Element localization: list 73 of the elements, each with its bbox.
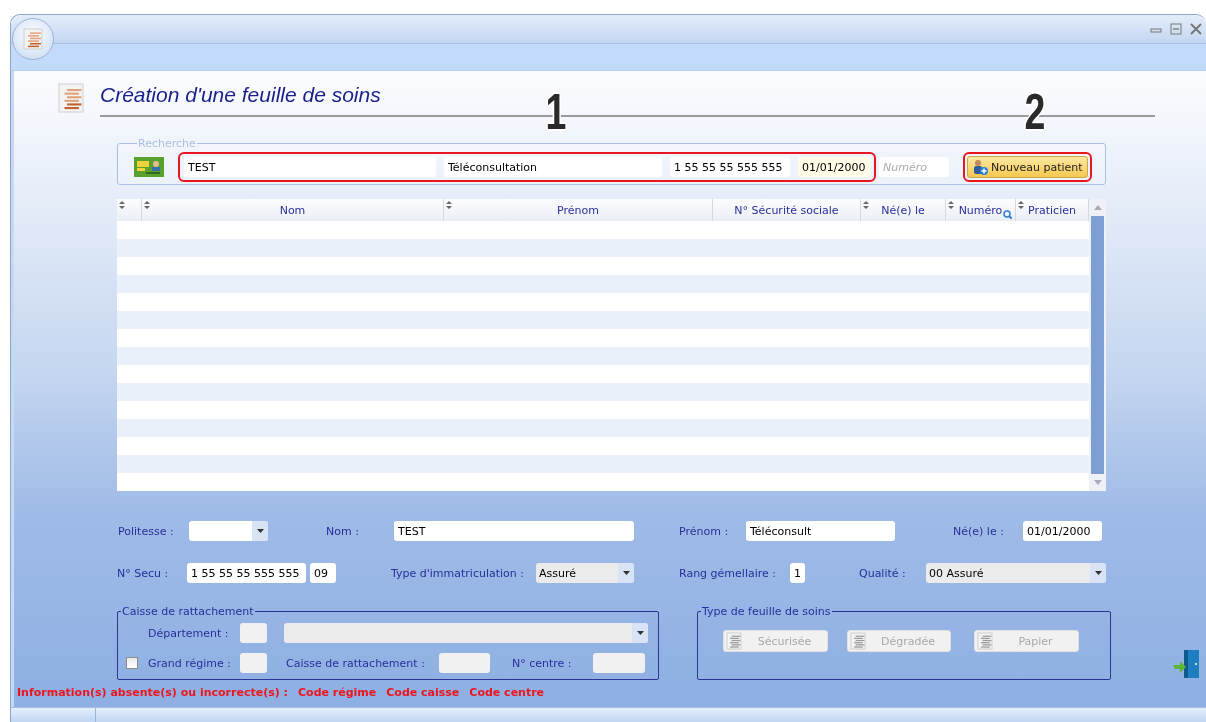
column-header[interactable]: Né(e) le: [861, 199, 946, 221]
field-label: Qualité :: [859, 566, 907, 580]
new-patient-button[interactable]: Nouveau patient: [967, 156, 1088, 178]
field-label: Rang gémellaire :: [679, 566, 777, 580]
error-item: Code centre: [469, 686, 545, 699]
field-label: Grand régime :: [148, 656, 232, 670]
dropdown[interactable]: 00 Assuré: [926, 563, 1106, 583]
close-icon[interactable]: [1190, 23, 1202, 35]
input-field[interactable]: 1 55 55 55 555 555: [187, 563, 306, 583]
column-header[interactable]: Prénom: [444, 199, 713, 221]
field-label: N° centre :: [512, 656, 573, 670]
caret-icon[interactable]: [622, 571, 630, 575]
input-field[interactable]: [439, 653, 490, 673]
field-label: Politesse :: [118, 524, 175, 538]
exit-door-icon[interactable]: [1173, 649, 1201, 679]
document-icon: [58, 83, 84, 113]
input-field[interactable]: TEST: [394, 521, 634, 541]
caret-icon[interactable]: [1094, 571, 1102, 575]
scrollbar[interactable]: [1089, 199, 1106, 491]
sort-icon[interactable]: [863, 201, 869, 209]
input-field[interactable]: 01/01/2000: [1023, 521, 1102, 541]
scroll-down-icon[interactable]: [1093, 480, 1102, 485]
group-legend: Caisse de rattachement: [121, 605, 255, 618]
restore-icon[interactable]: [1170, 23, 1182, 35]
document-icon: [23, 28, 43, 50]
field-label: Département :: [148, 626, 230, 640]
dropdown[interactable]: Assuré: [536, 563, 634, 583]
input-field[interactable]: [593, 653, 645, 673]
column-header[interactable]: Praticien: [1016, 199, 1089, 221]
annotation-number: 2: [1024, 87, 1046, 137]
field-label: Né(e) le :: [953, 524, 1005, 538]
search-icon[interactable]: [1003, 210, 1012, 219]
scroll-thumb[interactable]: [1091, 216, 1104, 474]
field-label: Caisse de rattachement :: [286, 656, 426, 670]
group-legend: Recherche: [137, 137, 197, 150]
field-label: Nom :: [326, 524, 360, 538]
error-item: Code régime: [298, 686, 377, 699]
error-message: Information(s) absente(s) ou incorrecte(s) :: [17, 686, 288, 699]
group-legend: Type de feuille de soins: [701, 605, 832, 618]
person-add-icon: [972, 159, 988, 175]
caret-icon[interactable]: [636, 631, 644, 635]
input-field[interactable]: 09: [310, 563, 336, 583]
input-field[interactable]: Téléconsultation: [444, 157, 662, 177]
sort-icon[interactable]: [446, 201, 452, 209]
field-label: Type d'immatriculation :: [391, 566, 525, 580]
column-header[interactable]: N° Sécurité sociale: [713, 199, 861, 221]
input-field[interactable]: [240, 623, 267, 643]
sort-icon[interactable]: [948, 201, 954, 209]
column-header[interactable]: [117, 199, 142, 221]
sort-icon[interactable]: [119, 201, 125, 209]
page-title: Création d'une feuille de soins: [100, 83, 381, 108]
document-icon: [977, 632, 993, 650]
scroll-up-icon[interactable]: [1093, 205, 1102, 210]
input-field[interactable]: 1 55 55 55 555 555: [670, 157, 790, 177]
field-label: N° Secu :: [117, 566, 170, 580]
input-field[interactable]: Numéro: [879, 157, 949, 177]
field-label: Prénom :: [679, 524, 730, 538]
checkbox[interactable]: [126, 657, 138, 669]
input-field[interactable]: [240, 653, 267, 673]
document-icon: [850, 632, 866, 650]
document-icon: [726, 632, 742, 650]
id-card-icon: [134, 157, 164, 177]
sort-icon[interactable]: [144, 201, 150, 209]
input-field[interactable]: Téléconsult: [746, 521, 895, 541]
input-field[interactable]: 01/01/2000: [798, 157, 870, 177]
input-field[interactable]: TEST: [184, 157, 436, 177]
annotation-number: 1: [545, 87, 567, 137]
caret-icon[interactable]: [256, 529, 264, 533]
column-header[interactable]: Nom: [142, 199, 444, 221]
sort-icon[interactable]: [1018, 201, 1024, 209]
input-field[interactable]: 1: [790, 563, 805, 583]
column-header[interactable]: Numéro: [946, 199, 1016, 221]
error-item: Code caisse: [386, 686, 460, 699]
